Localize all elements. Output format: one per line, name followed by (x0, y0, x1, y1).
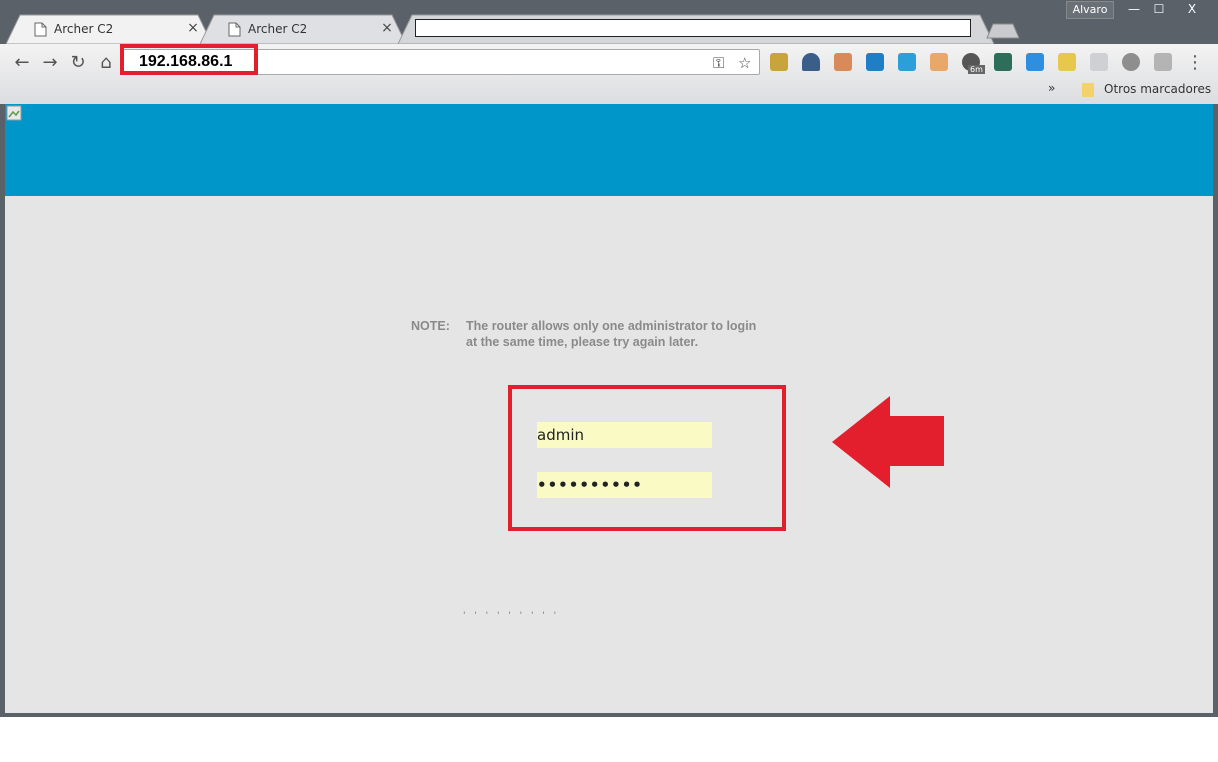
tab-archer-2[interactable]: Archer C2 × (200, 14, 406, 44)
extension-11-icon[interactable] (1090, 53, 1108, 71)
extension-12-icon[interactable] (1122, 53, 1140, 71)
extension-badge: 6m (968, 65, 985, 74)
new-tab-button[interactable] (983, 14, 1021, 44)
extension-6-icon[interactable] (930, 53, 948, 71)
profile-button[interactable]: Alvaro (1066, 1, 1114, 19)
close-window-button[interactable]: X (1171, 1, 1213, 19)
browser-window: Archer C2 × Archer C2 × Alvaro — ☐ X ← →… (0, 0, 1218, 717)
maximize-button[interactable]: ☐ (1147, 1, 1171, 19)
extension-9-icon[interactable] (1026, 53, 1044, 71)
key-icon[interactable]: ⚿ (713, 54, 724, 72)
extension-10-icon[interactable] (1058, 53, 1076, 71)
home-button[interactable]: ⌂ (95, 52, 117, 74)
extension-5-icon[interactable] (898, 53, 916, 71)
redacted-block (415, 19, 971, 37)
faint-footer-text: ' ' ' ' ' ' ' ' ' (463, 611, 560, 621)
note-label: NOTE: (411, 319, 450, 333)
tab-close-button[interactable]: × (186, 21, 200, 35)
note-text-line-1: The router allows only one administrator… (466, 319, 757, 333)
router-header-banner (5, 104, 1213, 196)
tab-archer-1[interactable]: Archer C2 × (6, 14, 212, 44)
page-viewport: NOTE: The router allows only one adminis… (5, 104, 1213, 713)
other-bookmarks-folder[interactable]: Otros marcadores (1104, 82, 1211, 96)
extension-3-icon[interactable] (834, 53, 852, 71)
page-icon (228, 22, 241, 37)
tab-strip: Archer C2 × Archer C2 × Alvaro — ☐ X (0, 0, 1218, 44)
note-text-line-2: at the same time, please try again later… (466, 335, 699, 349)
extension-7-icon[interactable]: 6m (962, 53, 985, 74)
extension-13-icon[interactable] (1154, 53, 1172, 71)
tab-close-button[interactable]: × (380, 21, 394, 35)
extension-1-icon[interactable] (770, 53, 788, 71)
extension-8-icon[interactable] (994, 53, 1012, 71)
extension-4-icon[interactable] (866, 53, 884, 71)
url-highlight-box (120, 44, 258, 75)
tab-title: Archer C2 (54, 22, 114, 36)
minimize-button[interactable]: — (1121, 1, 1147, 19)
broken-image-icon (6, 105, 22, 121)
bookmarks-overflow-button[interactable]: » (1048, 81, 1055, 95)
page-icon (34, 22, 47, 37)
menu-button[interactable]: ⋮ (1184, 52, 1206, 74)
folder-icon (1082, 83, 1094, 97)
login-highlight-box (508, 385, 786, 531)
forward-button[interactable]: → (39, 52, 61, 74)
tab-title: Archer C2 (248, 22, 308, 36)
red-arrow-left-icon (832, 396, 944, 488)
reload-button[interactable]: ↻ (67, 52, 89, 74)
bookmark-star-icon[interactable]: ☆ (738, 54, 751, 72)
extension-2-icon[interactable] (802, 53, 820, 71)
back-button[interactable]: ← (11, 52, 33, 74)
